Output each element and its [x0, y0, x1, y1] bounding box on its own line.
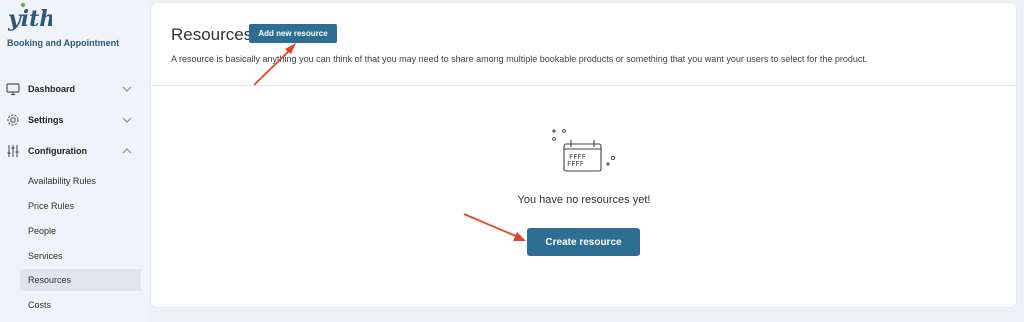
sidebar-subitem-resources[interactable]: Resources — [20, 269, 141, 291]
sliders-icon — [7, 145, 19, 157]
divider — [151, 85, 1016, 86]
svg-text:FFFF: FFFF — [567, 160, 584, 168]
sidebar-item-dashboard[interactable]: Dashboard — [0, 78, 148, 102]
add-new-resource-button[interactable]: Add new resource — [249, 24, 337, 43]
sidebar-subitem-people[interactable]: People — [20, 220, 141, 242]
create-resource-button[interactable]: Create resource — [527, 228, 640, 256]
page-title: Resources — [171, 25, 253, 44]
sidebar-item-configuration[interactable]: Configuration — [0, 140, 148, 164]
chevron-down-icon — [122, 86, 132, 92]
monitor-icon — [6, 83, 20, 96]
sidebar-subitem-availability-rules[interactable]: Availability Rules — [20, 170, 141, 192]
page-description: A resource is basically anything you can… — [171, 54, 868, 64]
sidebar-subitem-costs[interactable]: Costs — [20, 294, 141, 316]
sidebar: yith Booking and Appointment Dashboard S… — [0, 0, 148, 322]
sidebar-subitem-services[interactable]: Services — [20, 245, 141, 267]
sidebar-item-label: Configuration — [28, 146, 87, 156]
yith-logo: yith — [8, 2, 52, 32]
sidebar-item-settings[interactable]: Settings — [0, 109, 148, 133]
plugin-name: Booking and Appointment — [7, 38, 120, 48]
empty-state-message: You have no resources yet! — [517, 194, 651, 206]
svg-text:yith: yith — [8, 6, 52, 32]
calendar-icon: FFFF FFFF — [552, 129, 616, 172]
sidebar-subitem-price-rules[interactable]: Price Rules — [20, 195, 141, 217]
gear-icon — [7, 114, 19, 126]
sidebar-item-label: Settings — [28, 115, 64, 125]
chevron-down-icon — [122, 117, 132, 123]
chevron-up-icon — [122, 148, 132, 154]
sidebar-item-label: Dashboard — [28, 84, 76, 94]
main-panel: Resources Add new resource A resource is… — [151, 3, 1016, 307]
